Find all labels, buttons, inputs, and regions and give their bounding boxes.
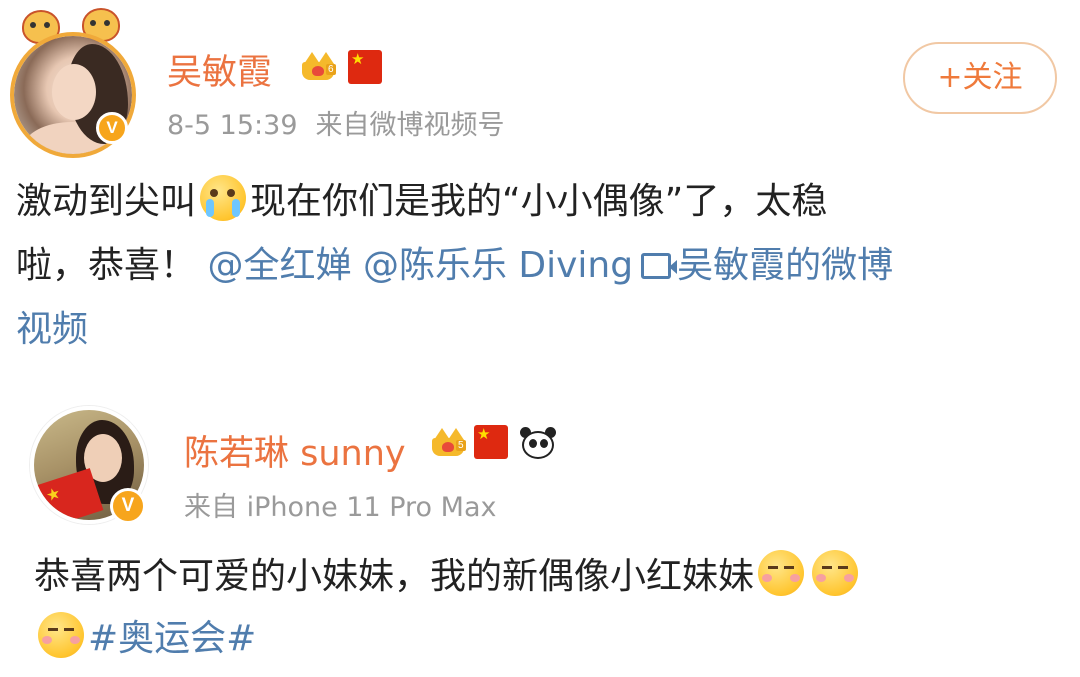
mention-link[interactable]: @陈乐乐 Diving (363, 245, 633, 286)
video-link-icon[interactable] (641, 253, 678, 279)
video-link[interactable]: 吴敏霞的微博 (677, 245, 893, 286)
china-flag-icon (348, 50, 382, 84)
follow-button[interactable]: +关注 (903, 42, 1057, 114)
verified-badge-icon: V (110, 488, 146, 524)
kiss-emoji (758, 550, 805, 596)
post-time[interactable]: 8-5 15:39 (167, 110, 298, 141)
video-link[interactable]: 视频 (16, 309, 88, 350)
post-meta: 8-5 15:39 来自微博视频号 (167, 103, 505, 142)
verified-badge-icon: V (96, 112, 128, 144)
author-name[interactable]: 陈若琳 sunny (184, 425, 406, 476)
text-segment: 啦，恭喜！ (16, 245, 197, 286)
text-segment: 现在你们是我的“小小偶像”了，太稳 (250, 181, 828, 222)
kiss-emoji (812, 550, 859, 596)
post-source[interactable]: 来自微博视频号 (316, 110, 505, 141)
post-source[interactable]: 来自 iPhone 11 Pro Max (184, 485, 496, 524)
crown-icon[interactable]: 6 (300, 52, 338, 82)
kiss-emoji (38, 612, 84, 658)
text-segment: 恭喜两个可爱的小妹妹，我的新偶像小红妹妹 (34, 556, 755, 597)
text-segment: 激动到尖叫 (16, 181, 197, 222)
hashtag-link[interactable]: #奥运会# (88, 618, 256, 659)
crown-icon[interactable]: 5 (430, 428, 468, 458)
panda-icon (520, 425, 556, 459)
cry-emoji (200, 175, 247, 221)
author-name[interactable]: 吴敏霞 (167, 44, 272, 95)
china-flag-icon (474, 425, 508, 459)
post-text: 恭喜两个可爱的小妹妹，我的新偶像小红妹妹 #奥运会# (34, 546, 1064, 670)
mention-link[interactable]: @全红婵 (207, 245, 351, 286)
post-text: 激动到尖叫 现在你们是我的“小小偶像”了，太稳 啦，恭喜！ @全红婵 @陈乐乐 D… (16, 170, 1066, 362)
weibo-post-1: V 吴敏霞 6 8-5 15:39 来自微博视频号 +关注 激动到尖叫 现在你们是我… (0, 0, 1080, 380)
